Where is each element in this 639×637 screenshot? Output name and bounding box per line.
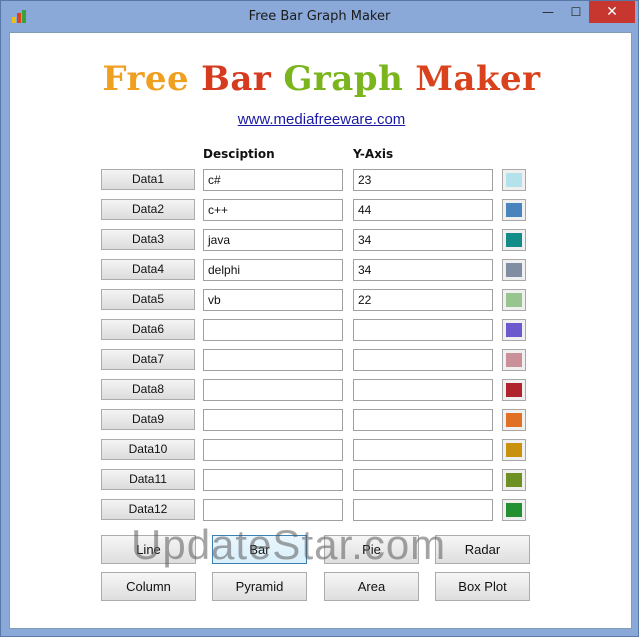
description-column-header: Desciption bbox=[203, 147, 275, 161]
box-plot-chart-button[interactable]: Box Plot bbox=[435, 572, 530, 601]
data-row-button[interactable]: Data2 bbox=[101, 199, 195, 220]
color-picker-button[interactable] bbox=[502, 229, 526, 251]
app-logo: Free Bar Graph Maker bbox=[10, 59, 633, 99]
description-input[interactable]: c# bbox=[203, 169, 343, 191]
data-row: Data1 c# 23 bbox=[10, 169, 633, 191]
data-row: Data5 vb 22 bbox=[10, 289, 633, 311]
color-picker-button[interactable] bbox=[502, 289, 526, 311]
color-swatch bbox=[506, 503, 522, 517]
title-bar[interactable]: Free Bar Graph Maker — ☐ ✕ bbox=[1, 1, 638, 32]
y-axis-input[interactable]: 34 bbox=[353, 259, 493, 281]
website-link[interactable]: www.mediafreeware.com bbox=[10, 111, 633, 128]
data-row-button[interactable]: Data4 bbox=[101, 259, 195, 280]
y-axis-input[interactable] bbox=[353, 499, 493, 521]
description-input[interactable] bbox=[203, 379, 343, 401]
color-swatch bbox=[506, 323, 522, 337]
color-swatch bbox=[506, 443, 522, 457]
data-row: Data2 c++ 44 bbox=[10, 199, 633, 221]
data-row-button[interactable]: Data7 bbox=[101, 349, 195, 370]
y-axis-input[interactable] bbox=[353, 409, 493, 431]
data-row: Data9 bbox=[10, 409, 633, 431]
color-swatch bbox=[506, 173, 522, 187]
color-picker-button[interactable] bbox=[502, 169, 526, 191]
y-axis-input[interactable] bbox=[353, 469, 493, 491]
data-row-button[interactable]: Data3 bbox=[101, 229, 195, 250]
data-row: Data12 bbox=[10, 499, 633, 521]
logo-word-1: Free bbox=[102, 59, 190, 99]
color-swatch bbox=[506, 383, 522, 397]
column-chart-button[interactable]: Column bbox=[101, 572, 196, 601]
color-picker-button[interactable] bbox=[502, 499, 526, 521]
y-axis-input[interactable]: 34 bbox=[353, 229, 493, 251]
data-row-button[interactable]: Data9 bbox=[101, 409, 195, 430]
description-input[interactable] bbox=[203, 409, 343, 431]
close-button[interactable]: ✕ bbox=[589, 1, 635, 23]
data-row: Data11 bbox=[10, 469, 633, 491]
data-row: Data3 java 34 bbox=[10, 229, 633, 251]
watermark-text: UpdateStar.com bbox=[131, 521, 447, 568]
pyramid-chart-button[interactable]: Pyramid bbox=[212, 572, 307, 601]
description-input[interactable]: delphi bbox=[203, 259, 343, 281]
data-row-button[interactable]: Data1 bbox=[101, 169, 195, 190]
description-input[interactable] bbox=[203, 319, 343, 341]
data-row-button[interactable]: Data10 bbox=[101, 439, 195, 460]
logo-word-3: Graph bbox=[283, 59, 404, 99]
data-row: Data8 bbox=[10, 379, 633, 401]
color-picker-button[interactable] bbox=[502, 409, 526, 431]
description-input[interactable] bbox=[203, 439, 343, 461]
y-axis-input[interactable] bbox=[353, 439, 493, 461]
data-row-button[interactable]: Data5 bbox=[101, 289, 195, 310]
color-picker-button[interactable] bbox=[502, 319, 526, 341]
y-axis-input[interactable]: 23 bbox=[353, 169, 493, 191]
description-input[interactable] bbox=[203, 499, 343, 521]
color-picker-button[interactable] bbox=[502, 439, 526, 461]
color-swatch bbox=[506, 233, 522, 247]
data-row: Data4 delphi 34 bbox=[10, 259, 633, 281]
description-input[interactable]: vb bbox=[203, 289, 343, 311]
data-row: Data10 bbox=[10, 439, 633, 461]
data-row-button[interactable]: Data6 bbox=[101, 319, 195, 340]
description-input[interactable] bbox=[203, 349, 343, 371]
color-swatch bbox=[506, 413, 522, 427]
color-picker-button[interactable] bbox=[502, 199, 526, 221]
color-swatch bbox=[506, 263, 522, 277]
area-chart-button[interactable]: Area bbox=[324, 572, 419, 601]
data-row: Data7 bbox=[10, 349, 633, 371]
data-row-button[interactable]: Data12 bbox=[101, 499, 195, 520]
description-input[interactable] bbox=[203, 469, 343, 491]
data-row: Data6 bbox=[10, 319, 633, 341]
radar-chart-button[interactable]: Radar bbox=[435, 535, 530, 564]
color-picker-button[interactable] bbox=[502, 259, 526, 281]
description-input[interactable]: java bbox=[203, 229, 343, 251]
y-axis-input[interactable] bbox=[353, 379, 493, 401]
color-swatch bbox=[506, 473, 522, 487]
color-swatch bbox=[506, 353, 522, 367]
color-swatch bbox=[506, 203, 522, 217]
logo-word-4: Maker bbox=[415, 59, 541, 99]
logo-word-2: Bar bbox=[201, 59, 272, 99]
y-axis-input[interactable]: 22 bbox=[353, 289, 493, 311]
y-axis-input[interactable] bbox=[353, 319, 493, 341]
minimize-button[interactable]: — bbox=[533, 1, 563, 23]
color-picker-button[interactable] bbox=[502, 349, 526, 371]
color-picker-button[interactable] bbox=[502, 379, 526, 401]
color-swatch bbox=[506, 293, 522, 307]
y-axis-input[interactable]: 44 bbox=[353, 199, 493, 221]
color-picker-button[interactable] bbox=[502, 469, 526, 491]
description-input[interactable]: c++ bbox=[203, 199, 343, 221]
maximize-button[interactable]: ☐ bbox=[563, 1, 589, 23]
y-axis-input[interactable] bbox=[353, 349, 493, 371]
data-row-button[interactable]: Data11 bbox=[101, 469, 195, 490]
y-axis-column-header: Y-Axis bbox=[353, 147, 394, 161]
app-window: Free Bar Graph Maker — ☐ ✕ Free Bar Graph M… bbox=[0, 0, 639, 637]
data-row-button[interactable]: Data8 bbox=[101, 379, 195, 400]
